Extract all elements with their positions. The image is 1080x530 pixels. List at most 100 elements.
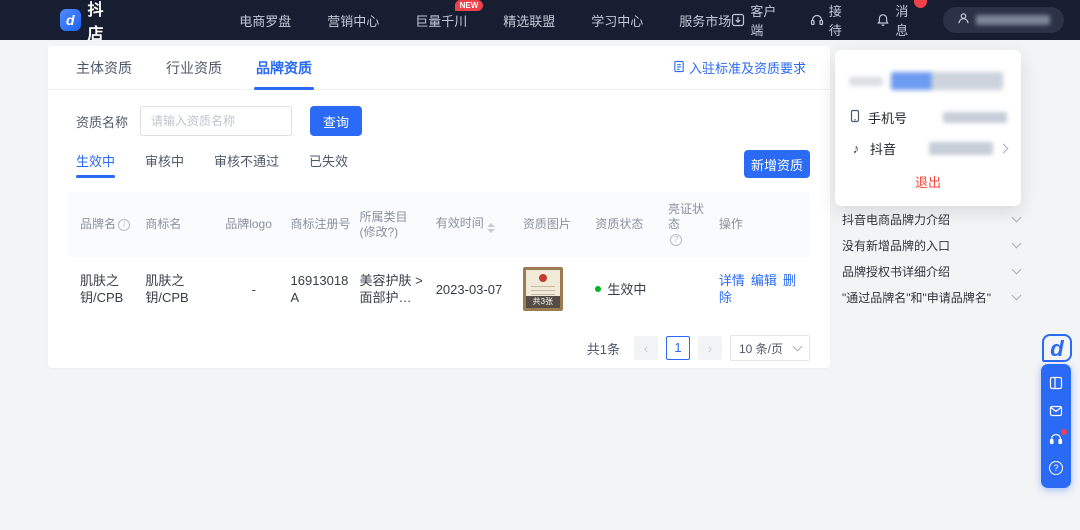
- douyin-label: 抖音: [870, 139, 896, 158]
- panel-icon: [1049, 376, 1063, 393]
- next-page-button[interactable]: ›: [698, 336, 722, 360]
- col-trademark-name: 商标名: [141, 217, 221, 232]
- cell-category: 美容护肤 > 面部护…: [355, 272, 431, 306]
- status-tab-expired[interactable]: 已失效: [309, 151, 348, 178]
- cell-status: 生效中: [591, 281, 664, 298]
- phone-icon: [849, 109, 861, 126]
- doudian-float-logo[interactable]: d: [1042, 334, 1072, 362]
- col-brand-logo: 品牌logo: [221, 217, 286, 232]
- table-header: 品牌名i 商标名 品牌logo 商标注册号 所属类目(修改?) 有效时间 资质图…: [68, 192, 810, 257]
- document-icon: [673, 60, 685, 76]
- brand-qualification-table: 品牌名i 商标名 品牌logo 商标注册号 所属类目(修改?) 有效时间 资质图…: [68, 192, 810, 321]
- edit-link[interactable]: 编辑: [751, 273, 777, 288]
- cell-valid-time: 2023-03-07: [432, 281, 519, 298]
- download-icon: [731, 13, 745, 27]
- brand-name: 抖店: [88, 0, 120, 44]
- mail-icon: [1049, 405, 1063, 420]
- pagination: 共1条 ‹ 1 › 10 条/页: [68, 335, 810, 361]
- user-account-menu[interactable]: [943, 7, 1064, 33]
- col-reg-no: 商标注册号: [287, 217, 356, 232]
- nav-menu: 电商罗盘 营销中心 巨量千川 NEW 精选联盟 学习中心 服务市场: [239, 11, 731, 30]
- total-count: 共1条: [587, 339, 620, 358]
- certificate-count-badge: 共3张: [526, 296, 560, 308]
- certificate-thumbnail[interactable]: 共3张: [523, 267, 563, 311]
- filter-row: 资质名称 查询: [76, 106, 802, 136]
- cell-brand-name: 肌肤之钥/CPB: [76, 272, 141, 306]
- col-brand-name: 品牌名i: [76, 217, 141, 232]
- notification-dot: [1061, 429, 1067, 435]
- status-tab-reviewing[interactable]: 审核中: [145, 151, 184, 178]
- chevron-down-icon: [793, 342, 803, 352]
- prev-page-button[interactable]: ‹: [634, 336, 658, 360]
- nav-item-alliance[interactable]: 精选联盟: [503, 11, 555, 30]
- col-valid-time: 有效时间: [432, 216, 519, 233]
- chevron-down-icon: [1012, 213, 1022, 223]
- tab-brand-qualification[interactable]: 品牌资质: [256, 46, 312, 90]
- new-badge: NEW: [455, 0, 484, 11]
- user-name-redacted: [976, 15, 1050, 25]
- col-display-status: 亮证状态?: [664, 202, 715, 247]
- faq-item-apply-brand-name[interactable]: "通过品牌名"和"申请品牌名": [842, 284, 1020, 310]
- page-1-button[interactable]: 1: [666, 336, 690, 360]
- account-type-redacted: [849, 77, 883, 86]
- cell-reg-no: 16913018A: [287, 272, 356, 306]
- qualification-name-input[interactable]: [140, 106, 292, 136]
- standards-requirements-link[interactable]: 入驻标准及资质要求: [673, 58, 806, 77]
- messages-button[interactable]: 消息: [876, 1, 917, 39]
- brand-logo[interactable]: d 抖店: [60, 0, 119, 44]
- customer-service-button[interactable]: [1041, 426, 1071, 454]
- phone-label: 手机号: [868, 108, 907, 127]
- table-row: 肌肤之钥/CPB 肌肤之钥/CPB - 16913018A 美容护肤 > 面部护…: [68, 257, 810, 321]
- cell-trademark-name: 肌肤之钥/CPB: [141, 272, 221, 306]
- chevron-right-icon[interactable]: [999, 144, 1009, 154]
- qualification-name-label: 资质名称: [76, 112, 128, 131]
- status-tab-active[interactable]: 生效中: [76, 151, 115, 178]
- logout-button[interactable]: 退出: [849, 172, 1007, 191]
- tab-industry-qualification[interactable]: 行业资质: [166, 46, 222, 90]
- page-size-select[interactable]: 10 条/页: [730, 335, 810, 361]
- message-count-badge: [914, 0, 927, 8]
- col-operations: 操作: [715, 217, 802, 232]
- help-icon[interactable]: ?: [670, 234, 682, 246]
- tab-subject-qualification[interactable]: 主体资质: [76, 46, 132, 90]
- add-qualification-button[interactable]: 新增资质: [744, 150, 810, 178]
- search-button[interactable]: 查询: [310, 106, 362, 136]
- nav-item-learning[interactable]: 学习中心: [591, 11, 643, 30]
- phone-value-redacted: [943, 112, 1007, 123]
- col-status: 资质状态: [591, 217, 664, 232]
- faq-item-brand-power[interactable]: 抖音电商品牌力介绍: [842, 206, 1020, 232]
- top-navbar: d 抖店 电商罗盘 营销中心 巨量千川 NEW 精选联盟 学习中心 服务市场 客…: [0, 0, 1080, 40]
- faq-item-authorization[interactable]: 品牌授权书详细介绍: [842, 258, 1020, 284]
- messages-float-button[interactable]: [1041, 398, 1071, 426]
- col-category: 所属类目(修改?): [355, 210, 431, 240]
- floating-toolbar: ?: [1041, 364, 1071, 488]
- cell-cert-image: 共3张: [519, 267, 592, 311]
- chevron-down-icon: [1012, 265, 1022, 275]
- nav-item-qianchuan[interactable]: 巨量千川 NEW: [415, 11, 467, 30]
- nav-item-compass[interactable]: 电商罗盘: [239, 11, 291, 30]
- faq-item-no-entry[interactable]: 没有新增品牌的入口: [842, 232, 1020, 258]
- col-cert-image: 资质图片: [519, 217, 592, 232]
- workbench-button[interactable]: [1041, 370, 1071, 398]
- douyin-icon: ♪: [849, 141, 863, 156]
- chevron-down-icon: [1012, 291, 1022, 301]
- status-tab-rejected[interactable]: 审核不通过: [214, 151, 279, 178]
- nav-item-services[interactable]: 服务市场: [679, 11, 731, 30]
- detail-link[interactable]: 详情: [719, 273, 745, 288]
- question-icon: ?: [1049, 461, 1063, 475]
- sort-icon[interactable]: [487, 223, 495, 233]
- headset-icon: [810, 13, 824, 27]
- reception-button[interactable]: 接待: [810, 1, 851, 39]
- chevron-down-icon: [1012, 239, 1022, 249]
- faq-list: 抖音电商品牌力介绍 没有新增品牌的入口 品牌授权书详细介绍 "通过品牌名"和"申…: [842, 206, 1020, 310]
- doudian-logo-icon: d: [60, 9, 81, 31]
- account-name-redacted: [891, 72, 1003, 90]
- douyin-value-redacted: [929, 142, 993, 155]
- client-download-button[interactable]: 客户端: [731, 1, 783, 39]
- nav-item-marketing[interactable]: 营销中心: [327, 11, 379, 30]
- info-icon[interactable]: i: [118, 219, 130, 231]
- user-icon: [957, 12, 970, 28]
- account-dropdown-panel: 手机号 ♪ 抖音 退出: [835, 50, 1021, 206]
- help-button[interactable]: ?: [1041, 454, 1071, 482]
- bell-icon: [876, 13, 890, 27]
